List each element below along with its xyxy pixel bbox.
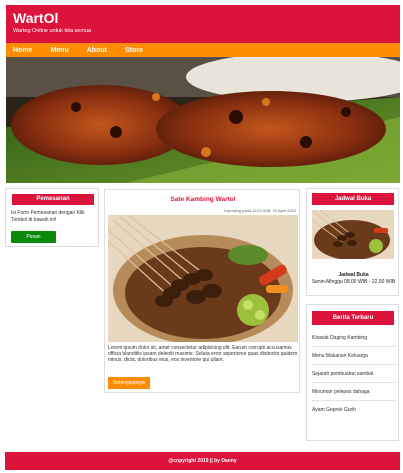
news-item[interactable]: Khasiat Daging Kambing: [312, 329, 396, 347]
satay-thumbnail: [312, 210, 394, 259]
order-button[interactable]: Pesan: [11, 231, 56, 243]
schedule-hours: Senin-Minggu 08.00 WIB - 22.00 WIB: [311, 279, 396, 285]
hero-banner-image: [6, 57, 400, 183]
news-list: Khasiat Daging Kambing Menu Makanan Kelu…: [312, 329, 396, 419]
news-item[interactable]: Ayam Geprek Gurih: [312, 401, 396, 419]
schedule-panel-title: Jadwal Buka: [312, 193, 394, 205]
site-tagline: Warteg Online untuk kita semua: [13, 28, 92, 34]
order-panel: Pemesanan Isi Form Pemesanan dengan Klik…: [5, 188, 99, 247]
article-image: [108, 215, 298, 342]
order-panel-text: Isi Form Pemesanan dengan Klik Tombol di…: [11, 210, 85, 223]
schedule-label: Jadwal Buka: [338, 272, 369, 278]
nav-item-menu[interactable]: Menu: [50, 47, 68, 54]
news-item[interactable]: Minuman pelepas dahaga: [312, 383, 396, 401]
news-item[interactable]: Menu Makanan Keluarga: [312, 347, 396, 365]
nav-item-store[interactable]: Store: [125, 47, 143, 54]
article-body: Lorem ipsum dolor sit, amet consectetur …: [108, 345, 298, 363]
schedule-image: [312, 210, 394, 259]
order-panel-title: Pemesanan: [12, 194, 94, 205]
nav-item-about[interactable]: About: [87, 47, 107, 54]
read-more-button[interactable]: Selengkapnya: [108, 377, 150, 389]
satay-illustration: [108, 215, 298, 342]
news-panel-title: Berita Terbaru: [312, 311, 394, 325]
hero-food-illustration: [6, 57, 400, 183]
article-title[interactable]: Sate Kambing Wartol: [105, 196, 301, 203]
nav-item-home[interactable]: Home: [13, 47, 32, 54]
news-item[interactable]: Sejarah pembuatan sambal: [312, 365, 396, 383]
article-card: Sate Kambing Wartol Diposting pada 11:04…: [104, 189, 300, 393]
main-nav: Home Menu About Store: [6, 43, 400, 57]
schedule-panel: Jadwal Buka Jadwal Buka Senin-Minggu 08.…: [306, 188, 399, 296]
brand-logo-text[interactable]: WartOl: [13, 10, 58, 26]
article-meta: Diposting pada 11:04 WIB, 29 April 2019: [224, 208, 296, 213]
news-panel: Berita Terbaru Khasiat Daging Kambing Me…: [306, 304, 399, 441]
site-header: WartOl Warteg Online untuk kita semua: [6, 5, 400, 43]
site-footer: @copyright 2019 || by Danny: [5, 452, 400, 470]
